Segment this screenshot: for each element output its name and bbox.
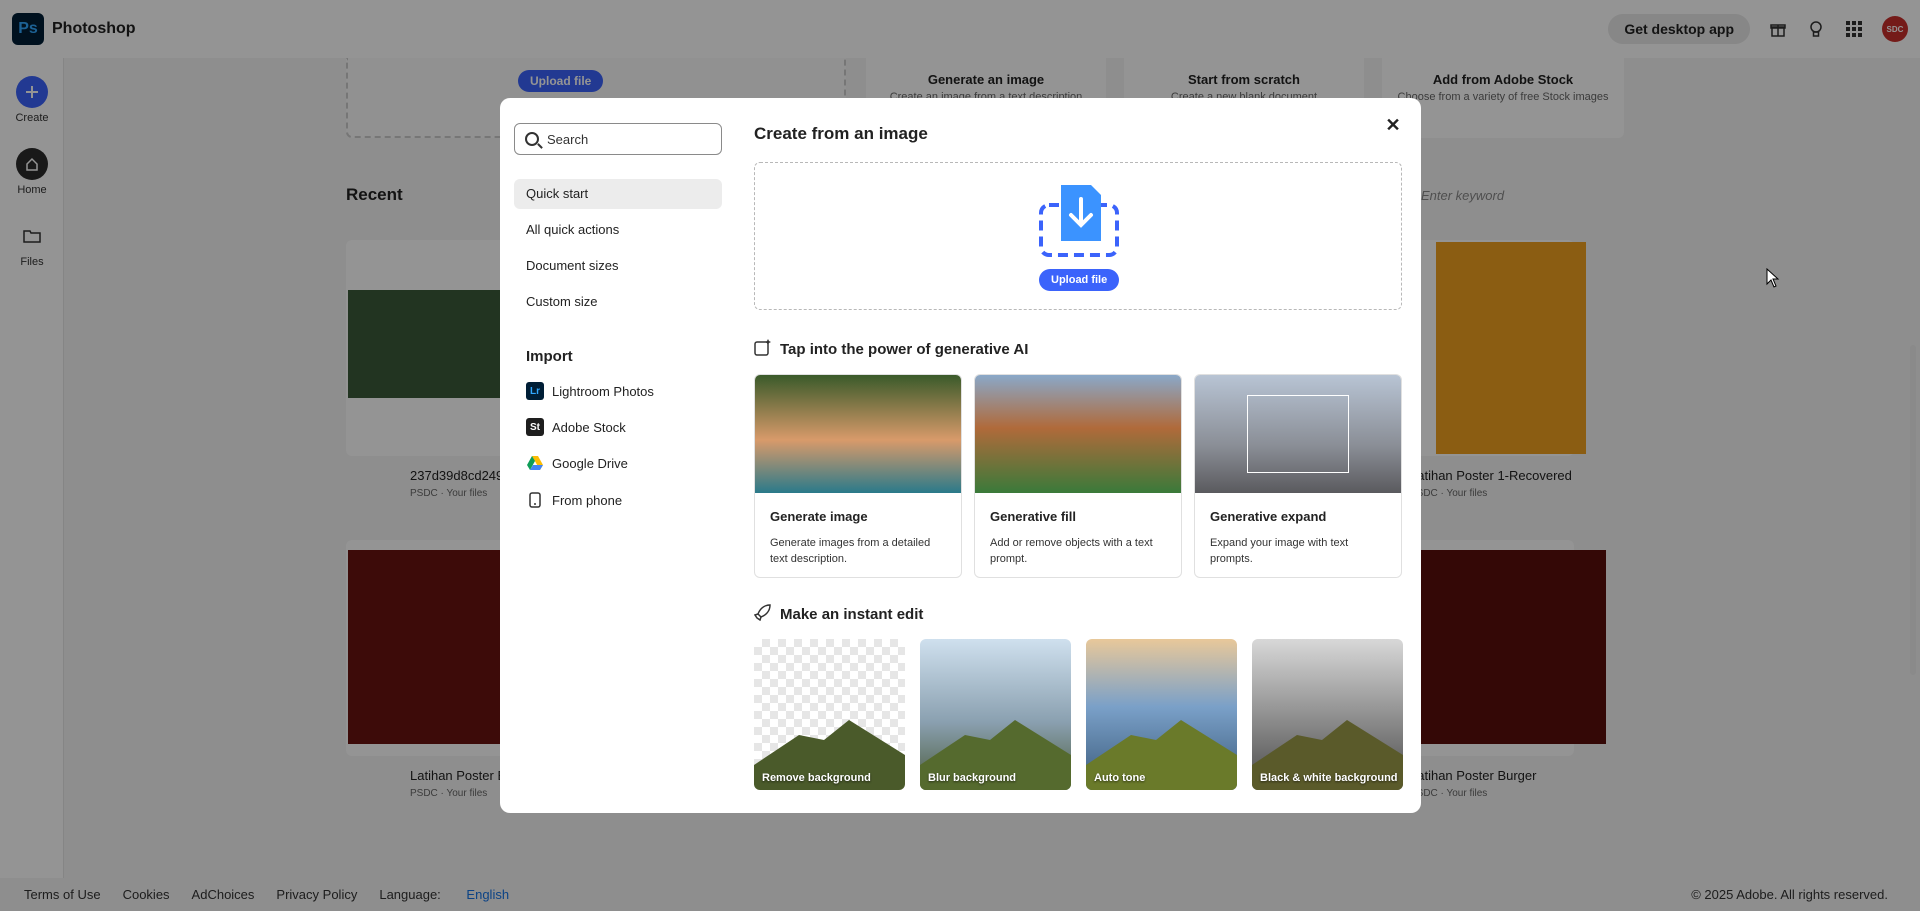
nav-custom-size[interactable]: Custom size bbox=[514, 287, 722, 317]
expand-frame bbox=[1247, 395, 1349, 473]
import-heading: Import bbox=[526, 348, 573, 365]
generative-expand-card[interactable]: Generative expand Expand your image with… bbox=[1194, 374, 1402, 578]
adobe-stock-icon: St bbox=[526, 418, 544, 436]
import-lightroom[interactable]: Lr Lightroom Photos bbox=[526, 380, 654, 402]
import-from-phone[interactable]: From phone bbox=[526, 489, 622, 511]
import-label: Lightroom Photos bbox=[552, 383, 654, 399]
upload-download-icon bbox=[1039, 185, 1119, 257]
rocket-icon bbox=[753, 603, 772, 625]
generative-fill-card[interactable]: Generative fill Add or remove objects wi… bbox=[974, 374, 1182, 578]
mouse-cursor-icon bbox=[1766, 268, 1780, 288]
black-white-background-card[interactable]: Black & white background bbox=[1252, 639, 1403, 790]
upload-file-button[interactable]: Upload file bbox=[1039, 269, 1120, 291]
generative-ai-heading: Tap into the power of generative AI bbox=[754, 338, 1028, 360]
search-icon bbox=[525, 132, 539, 146]
edit-label: Auto tone bbox=[1094, 772, 1146, 784]
instant-edit-heading: Make an instant edit bbox=[753, 603, 924, 625]
close-icon[interactable]: ✕ bbox=[1382, 114, 1404, 136]
edit-label: Blur background bbox=[928, 772, 1017, 784]
card-desc: Add or remove objects with a text prompt… bbox=[990, 537, 1153, 565]
import-label: Google Drive bbox=[552, 455, 628, 471]
import-google-drive[interactable]: Google Drive bbox=[526, 452, 628, 474]
nav-document-sizes[interactable]: Document sizes bbox=[514, 251, 722, 281]
card-title: Generative fill bbox=[990, 509, 1076, 524]
card-title: Generate image bbox=[770, 509, 868, 524]
auto-tone-card[interactable]: Auto tone bbox=[1086, 639, 1237, 790]
import-label: From phone bbox=[552, 492, 623, 508]
blur-background-card[interactable]: Blur background bbox=[920, 639, 1071, 790]
nav-quick-start[interactable]: Quick start bbox=[514, 179, 722, 209]
page-scrollbar[interactable] bbox=[1908, 60, 1918, 870]
card-desc: Generate images from a detailed text des… bbox=[770, 537, 931, 565]
create-dialog: Search Quick start All quick actions Doc… bbox=[500, 98, 1421, 813]
generative-expand-thumbnail bbox=[1195, 375, 1401, 493]
google-drive-icon bbox=[526, 454, 544, 472]
card-title: Generative expand bbox=[1210, 509, 1327, 524]
card-desc: Expand your image with text prompts. bbox=[1210, 537, 1349, 565]
upload-drop-zone[interactable]: Upload file bbox=[754, 162, 1402, 310]
import-label: Adobe Stock bbox=[552, 419, 626, 435]
nav-all-quick-actions[interactable]: All quick actions bbox=[514, 215, 722, 245]
section-title-text: Tap into the power of generative AI bbox=[780, 340, 1029, 358]
dialog-title: Create from an image bbox=[754, 124, 928, 143]
generative-fill-thumbnail bbox=[975, 375, 1181, 493]
scrollbar-thumb[interactable] bbox=[1910, 345, 1916, 675]
sparkle-image-icon bbox=[754, 338, 772, 360]
phone-icon bbox=[526, 491, 544, 509]
import-adobe-stock[interactable]: St Adobe Stock bbox=[526, 416, 626, 438]
search-input[interactable]: Search bbox=[514, 123, 722, 155]
remove-background-card[interactable]: Remove background bbox=[754, 639, 905, 790]
generate-image-card[interactable]: Generate image Generate images from a de… bbox=[754, 374, 962, 578]
lightroom-icon: Lr bbox=[526, 382, 544, 400]
generate-image-thumbnail bbox=[755, 375, 961, 493]
edit-label: Remove background bbox=[762, 772, 871, 784]
search-placeholder: Search bbox=[547, 131, 589, 147]
edit-label: Black & white background bbox=[1260, 772, 1398, 784]
section-title-text: Make an instant edit bbox=[780, 605, 924, 623]
